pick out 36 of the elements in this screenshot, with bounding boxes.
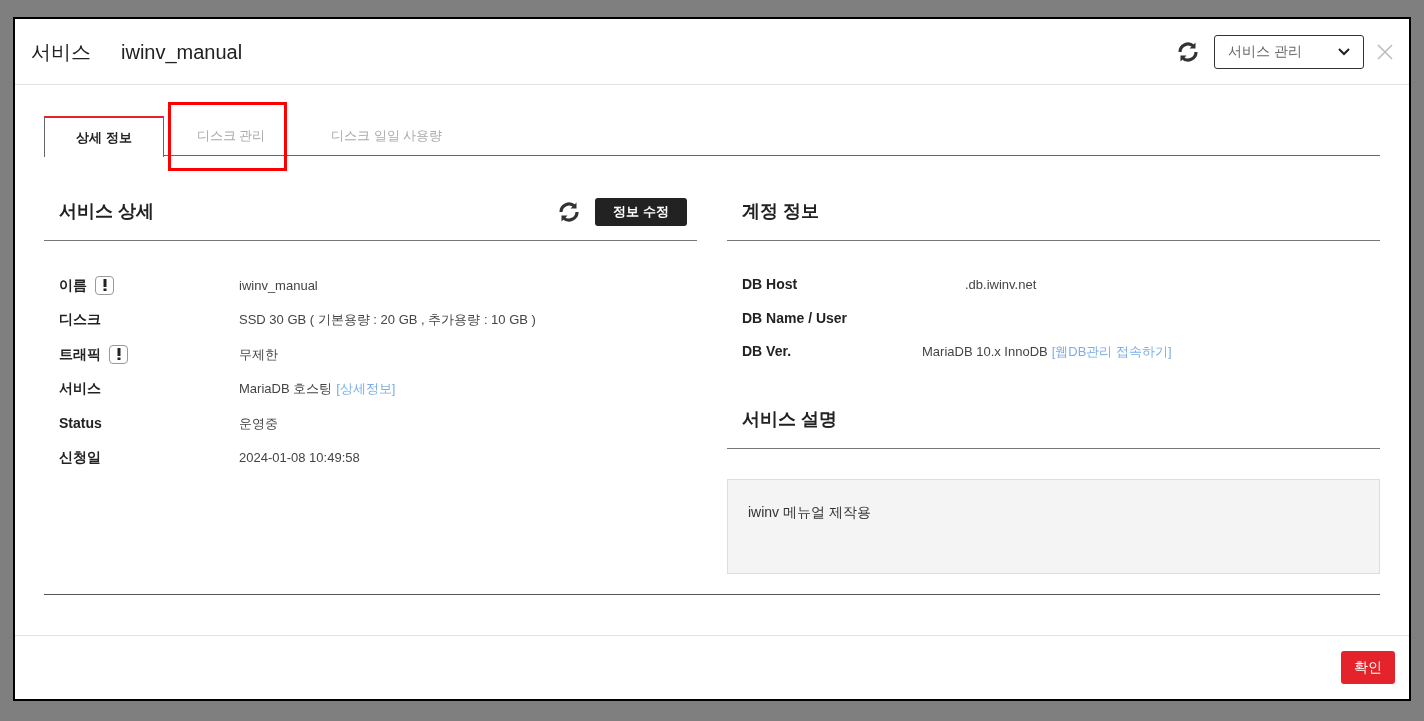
field-label: 디스크 [59, 310, 101, 330]
field-value: MariaDB 10.x InnoDB [922, 343, 1048, 361]
section-title: 서비스 상세 [59, 200, 154, 223]
field-value: SSD 30 GB ( 기본용량 : 20 GB , 추가용량 : 10 GB ) [239, 311, 536, 329]
section-title: 서비스 설명 [742, 407, 837, 431]
field-value: 운영중 [239, 414, 278, 433]
section-title: 계정 정보 [742, 200, 819, 223]
field-label: DB Name / User [742, 308, 849, 328]
tab[interactable]: 디스크 관리 [163, 116, 299, 156]
info-icon[interactable] [109, 344, 128, 364]
field-value: .db.iwinv.net [965, 276, 1037, 294]
service-menu-select[interactable]: 서비스 관리 [1214, 34, 1364, 69]
edit-info-button[interactable]: 정보 수정 [595, 197, 687, 226]
modal-title-label: 서비스 [31, 39, 91, 65]
chevron-down-icon [1338, 47, 1350, 56]
description-text: iwinv 메뉴얼 제작용 [748, 503, 871, 520]
field-label: 신청일 [59, 448, 101, 468]
refresh-icon[interactable] [1176, 39, 1200, 64]
field-label: 트래픽 [59, 344, 101, 364]
field-label: DB Ver. [742, 342, 793, 362]
confirm-button[interactable]: 확인 [1341, 651, 1395, 684]
field-value: iwinv_manual [239, 276, 318, 295]
field-value: 2024-01-08 10:49:58 [239, 449, 360, 467]
field-label: 이름 [59, 275, 87, 295]
field-value: 무제한 [239, 345, 278, 364]
refresh-icon[interactable] [557, 199, 582, 224]
detail-link[interactable]: [상세정보] [336, 379, 396, 399]
modal-title-name: iwinv_manual [121, 39, 243, 66]
info-icon[interactable] [95, 275, 114, 295]
field-label: 서비스 [59, 379, 101, 399]
tab[interactable]: 상세 정보 [44, 116, 164, 157]
field-label: DB Host [742, 275, 799, 295]
field-value: MariaDB 호스팅 [239, 380, 333, 398]
tab[interactable]: 디스크 일일 사용량 [298, 116, 476, 156]
field-label: Status [59, 413, 102, 433]
web-db-link[interactable]: [웹DB관리 접속하기] [1051, 342, 1172, 362]
